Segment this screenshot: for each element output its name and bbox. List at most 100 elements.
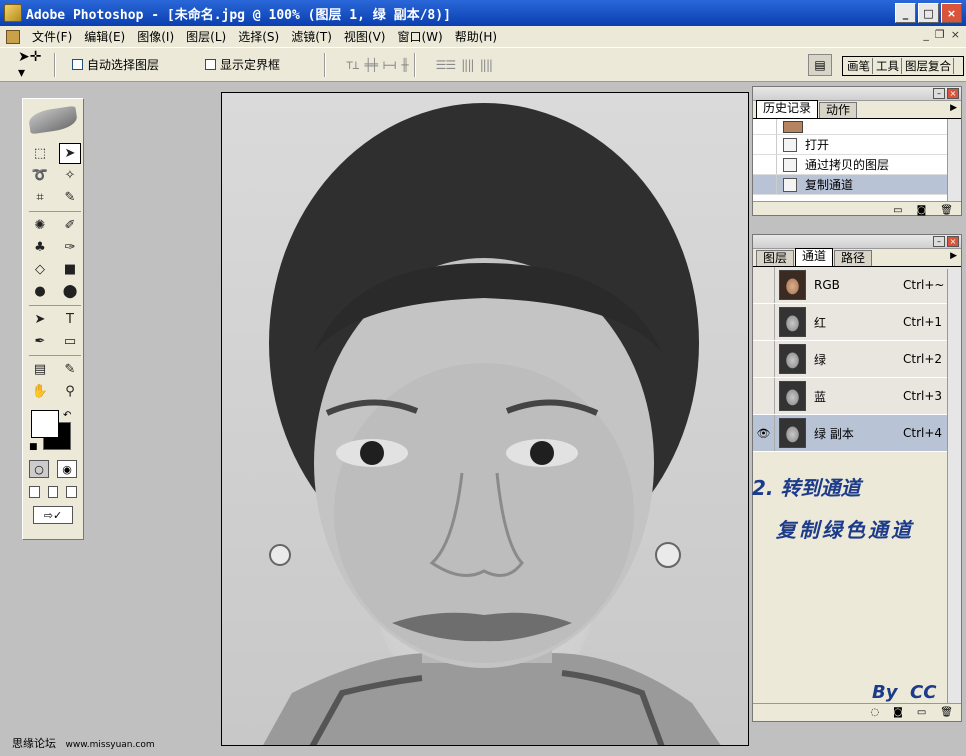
menu-layer[interactable]: 图层(L): [180, 28, 232, 45]
full-screen-button[interactable]: [66, 486, 78, 498]
eraser-tool-icon[interactable]: ◇: [29, 259, 51, 280]
channel-row-red[interactable]: 红 Ctrl+1: [753, 304, 961, 341]
tab-paths[interactable]: 路径: [834, 250, 873, 266]
history-source-column[interactable]: [753, 175, 777, 194]
quick-mask-mode-button[interactable]: ◉: [57, 460, 77, 478]
path-selection-tool-icon[interactable]: ➤: [29, 309, 51, 330]
tab-actions[interactable]: 动作: [819, 102, 858, 118]
move-tool-icon[interactable]: ➤: [59, 143, 81, 164]
file-browser-icon[interactable]: ▤: [808, 54, 832, 76]
channel-row-rgb[interactable]: RGB Ctrl+~: [753, 267, 961, 304]
checkbox-box[interactable]: [72, 59, 83, 70]
doc-close-button[interactable]: ×: [951, 28, 960, 41]
eye-icon[interactable]: 👁: [753, 415, 775, 451]
type-tool-icon[interactable]: T: [59, 309, 81, 330]
tab-history[interactable]: 历史记录: [756, 100, 819, 118]
menu-help[interactable]: 帮助(H): [449, 28, 503, 45]
lasso-tool-icon[interactable]: ➰: [29, 165, 51, 186]
jump-to-imageready-button[interactable]: ⇨✓: [33, 506, 73, 524]
move-tool-preset-icon[interactable]: ➤✛ ▾: [18, 49, 48, 81]
gradient-tool-icon[interactable]: ■: [59, 259, 81, 280]
blur-tool-icon[interactable]: ●: [29, 281, 51, 302]
crop-tool-icon[interactable]: ⌗: [29, 187, 51, 208]
marquee-tool-icon[interactable]: ⬚: [29, 143, 51, 164]
slice-tool-icon[interactable]: ✎: [59, 187, 81, 208]
maximize-button[interactable]: □: [918, 3, 939, 23]
document-icon[interactable]: [6, 29, 20, 44]
notes-tool-icon[interactable]: ▤: [29, 359, 51, 380]
swap-colors-icon[interactable]: ↶: [63, 410, 71, 421]
standard-mode-button[interactable]: ○: [29, 460, 49, 478]
menu-filter[interactable]: 滤镜(T): [285, 28, 338, 45]
align-vcenter-icon[interactable]: ╪╪: [364, 58, 377, 72]
shape-tool-icon[interactable]: ▭: [59, 331, 81, 352]
full-screen-menu-button[interactable]: [47, 486, 59, 498]
trash-icon[interactable]: 🗑: [940, 707, 953, 718]
show-bounds-checkbox[interactable]: 显示定界框: [205, 56, 280, 73]
menu-file[interactable]: 文件(F): [26, 28, 78, 45]
menu-window[interactable]: 窗口(W): [391, 28, 448, 45]
history-item-selected[interactable]: 复制通道: [753, 175, 961, 195]
checkbox-box[interactable]: [205, 59, 217, 70]
distribute-left-icon[interactable]: ‖‖: [461, 58, 474, 72]
history-source-column[interactable]: [753, 119, 777, 136]
visibility-toggle[interactable]: [753, 304, 775, 340]
brush-tool-icon[interactable]: ✐: [59, 215, 81, 236]
visibility-toggle[interactable]: [753, 341, 775, 377]
history-scrollbar[interactable]: [947, 119, 961, 201]
doc-minimize-button[interactable]: _: [923, 28, 929, 41]
history-item[interactable]: 打开: [753, 135, 961, 155]
clone-stamp-tool-icon[interactable]: ♣: [29, 237, 51, 258]
history-source-column[interactable]: [753, 135, 777, 154]
channel-row-blue[interactable]: 蓝 Ctrl+3: [753, 378, 961, 415]
align-left-icon[interactable]: ⊢⊣: [383, 58, 396, 72]
menu-image[interactable]: 图像(I): [131, 28, 180, 45]
toolbox-header[interactable]: [23, 99, 83, 141]
trash-icon[interactable]: 🗑: [940, 205, 953, 216]
channels-scrollbar[interactable]: [947, 269, 961, 703]
history-source-column[interactable]: [753, 155, 777, 174]
minimize-button[interactable]: _: [895, 3, 916, 23]
new-snapshot-icon[interactable]: ◙: [917, 205, 927, 216]
zoom-tool-icon[interactable]: ⚲: [59, 381, 81, 402]
save-selection-icon[interactable]: ◙: [893, 707, 903, 718]
align-top-icon[interactable]: ⊤⊥: [346, 58, 359, 72]
panel-minimize-button[interactable]: –: [933, 236, 945, 247]
auto-select-layer-checkbox[interactable]: 自动选择图层: [72, 56, 159, 73]
align-hcenter-icon[interactable]: ╫: [401, 58, 408, 72]
magic-wand-tool-icon[interactable]: ✧: [59, 165, 81, 186]
palette-tab-tools[interactable]: 工具: [876, 58, 902, 74]
hand-tool-icon[interactable]: ✋: [29, 381, 51, 402]
history-snapshot-row[interactable]: [753, 119, 961, 136]
default-colors-icon[interactable]: ■: [29, 442, 38, 452]
channel-row-green-copy[interactable]: 👁 绿 副本 Ctrl+4: [753, 415, 961, 452]
eyedropper-tool-icon[interactable]: ✎: [59, 359, 81, 380]
visibility-toggle[interactable]: [753, 267, 775, 303]
new-document-icon[interactable]: ▭: [893, 205, 902, 216]
panel-titlebar[interactable]: – ×: [753, 235, 961, 249]
distribute-right-icon[interactable]: ‖‖: [480, 58, 493, 72]
menu-select[interactable]: 选择(S): [232, 28, 285, 45]
palette-tab-comps[interactable]: 图层复合: [905, 58, 954, 74]
panel-close-button[interactable]: ×: [947, 236, 959, 247]
tab-layers[interactable]: 图层: [756, 250, 795, 266]
close-button[interactable]: ×: [941, 3, 962, 23]
menu-edit[interactable]: 编辑(E): [78, 28, 131, 45]
panel-close-button[interactable]: ×: [947, 88, 959, 99]
panel-minimize-button[interactable]: –: [933, 88, 945, 99]
foreground-color-swatch[interactable]: [31, 410, 59, 438]
panel-titlebar[interactable]: – ×: [753, 87, 961, 101]
tab-channels[interactable]: 通道: [795, 248, 834, 266]
panel-menu-icon[interactable]: ▶: [950, 251, 957, 261]
channel-row-green[interactable]: 绿 Ctrl+2: [753, 341, 961, 378]
palette-tab-brushes[interactable]: 画笔: [847, 58, 873, 74]
history-brush-tool-icon[interactable]: ✑: [59, 237, 81, 258]
doc-restore-button[interactable]: ❐: [935, 28, 945, 41]
distribute-top-icon[interactable]: ☰☰: [436, 58, 456, 72]
document-canvas[interactable]: [221, 92, 749, 746]
panel-menu-icon[interactable]: ▶: [950, 103, 957, 113]
history-item[interactable]: 通过拷贝的图层: [753, 155, 961, 175]
dodge-tool-icon[interactable]: ⬤: [59, 281, 81, 302]
pen-tool-icon[interactable]: ✒: [29, 331, 51, 352]
standard-screen-button[interactable]: [29, 486, 40, 498]
